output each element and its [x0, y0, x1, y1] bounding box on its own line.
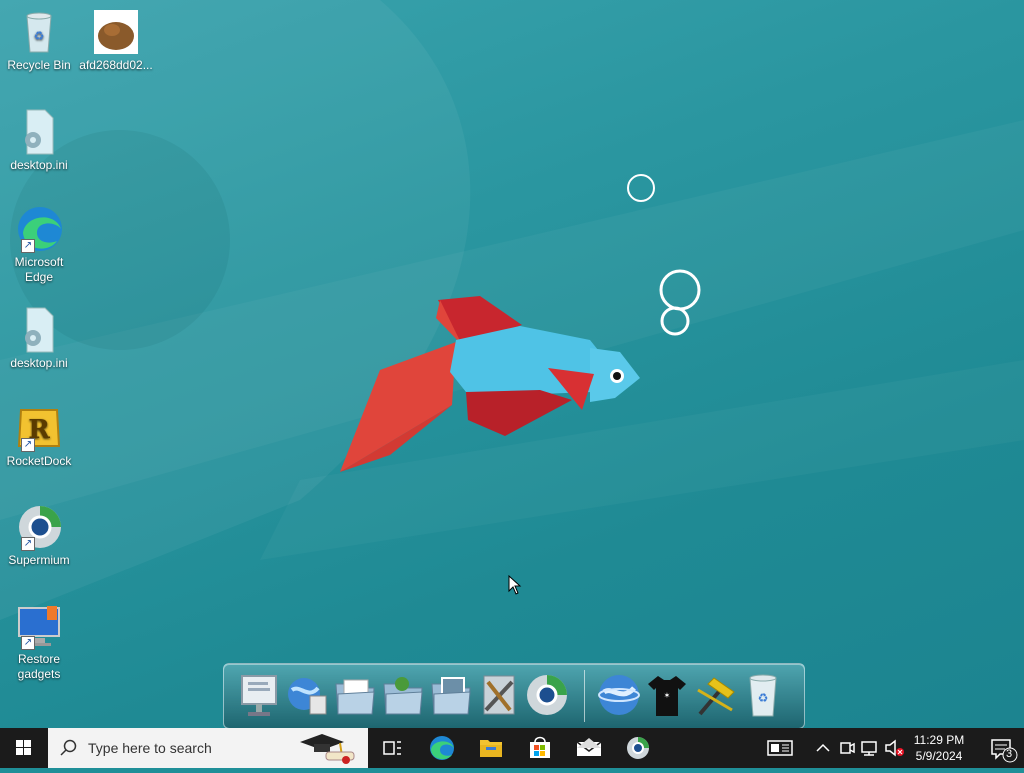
taskbar: Type here to search 11:29 PM 5/9/2024 3 [0, 728, 1024, 768]
desktop-icon-restore-gadgets[interactable]: ↗ Restore gadgets [1, 602, 77, 682]
rocketdock-bar: ✶ ♻ [223, 663, 805, 729]
network-icon [861, 741, 877, 756]
chevron-up-icon [816, 743, 830, 752]
taskbar-search-box[interactable]: Type here to search [48, 728, 368, 768]
taskbar-mail-button[interactable] [565, 728, 613, 768]
desktop-icon-image-file[interactable]: afd268dd02... [78, 8, 154, 73]
rocketdock-icon: R ↗ [15, 404, 63, 452]
news-icon [767, 740, 793, 756]
tshirt-icon: ✶ [648, 676, 686, 716]
pictures-folder-icon [431, 677, 471, 715]
settings-file-icon [15, 306, 63, 354]
desktop-icon-label: Microsoft Edge [14, 255, 64, 284]
network-button[interactable] [858, 728, 882, 768]
store-icon [530, 736, 550, 758]
dock-item-documents[interactable] [332, 670, 378, 720]
dock-item-supermium[interactable] [524, 670, 570, 720]
dock-item-tshirt[interactable]: ✶ [644, 670, 690, 720]
volume-muted-icon [885, 739, 904, 757]
dock-item-pictures[interactable] [428, 670, 474, 720]
desktop-icon-label: desktop.ini [10, 158, 68, 172]
desktop-icon-label: Recycle Bin [7, 58, 71, 72]
shortcut-arrow-icon: ↗ [21, 537, 35, 551]
shortcut-arrow-icon: ↗ [21, 438, 35, 452]
recycle-bin-icon: ♻ [749, 674, 777, 717]
desktop-icon-label: Supermium [8, 553, 70, 567]
desktop-icon-rocketdock[interactable]: R ↗ RocketDock [1, 404, 77, 469]
camera-icon [840, 742, 855, 754]
recycle-bin-icon: ♻ [15, 8, 63, 56]
start-button[interactable] [0, 728, 48, 768]
search-placeholder: Type here to search [88, 740, 212, 756]
tools-icon [483, 675, 515, 715]
svg-text:✶: ✶ [664, 691, 671, 700]
notification-center-button[interactable]: 3 [980, 728, 1024, 768]
globe-network-icon [288, 678, 327, 715]
dock-item-network-folder[interactable] [380, 670, 426, 720]
documents-folder-icon [335, 679, 375, 715]
globe-icon [598, 675, 640, 715]
dock-item-monitor[interactable] [236, 670, 282, 720]
task-view-icon [383, 741, 401, 755]
mail-icon [576, 738, 602, 756]
dock-item-network[interactable] [284, 670, 330, 720]
task-view-button[interactable] [368, 728, 416, 768]
search-icon [60, 739, 77, 756]
taskbar-clock[interactable]: 11:29 PM 5/9/2024 [905, 732, 973, 764]
desktop-wallpaper [0, 0, 1024, 728]
clock-time: 11:29 PM [913, 733, 965, 747]
desktop-icon-label: desktop.ini [10, 356, 68, 370]
windows-logo-icon [16, 740, 31, 755]
dock-item-recycle-bin[interactable]: ♻ [740, 670, 786, 720]
dock-item-hammer[interactable] [692, 670, 738, 720]
taskbar-supermium-button[interactable] [614, 728, 662, 768]
taskbar-file-explorer-button[interactable] [467, 728, 515, 768]
edge-icon [430, 736, 454, 760]
notification-icon [991, 739, 1018, 763]
supermium-icon [627, 737, 649, 759]
show-hidden-icons-button[interactable] [812, 728, 834, 768]
edge-icon: ↗ [15, 205, 63, 253]
bubble [627, 174, 655, 202]
desktop-icon-label: RocketDock [6, 454, 72, 468]
restore-gadgets-icon: ↗ [15, 602, 63, 650]
network-folder-icon [383, 677, 423, 715]
desktop-icon-desktop-ini[interactable]: desktop.ini [1, 108, 77, 173]
shortcut-arrow-icon: ↗ [21, 239, 35, 253]
mouse-cursor-icon [508, 575, 522, 595]
supermium-icon: ↗ [15, 503, 63, 551]
graduation-cap-icon [300, 734, 355, 764]
meet-now-button[interactable] [836, 728, 858, 768]
news-widget-button[interactable] [760, 728, 800, 768]
file-explorer-icon [480, 740, 502, 757]
notification-count-badge: 3 [1006, 748, 1013, 760]
hammer-icon [697, 677, 735, 716]
desktop-icon-label: afd268dd02... [79, 58, 153, 72]
desktop-icon-microsoft-edge[interactable]: ↗ Microsoft Edge [1, 205, 77, 285]
clock-date: 5/9/2024 [915, 749, 963, 763]
settings-file-icon [15, 108, 63, 156]
dock-item-globe[interactable] [596, 670, 642, 720]
volume-button[interactable] [882, 728, 906, 768]
taskbar-edge-button[interactable] [418, 728, 466, 768]
desktop-icon-recycle-bin[interactable]: ♻ Recycle Bin [1, 8, 77, 73]
dock-separator [584, 670, 585, 722]
image-thumbnail-icon [92, 8, 140, 56]
monitor-icon [241, 675, 277, 716]
svg-text:♻: ♻ [34, 29, 45, 43]
supermium-icon [527, 675, 567, 715]
desktop-icon-supermium[interactable]: ↗ Supermium [1, 503, 77, 568]
desktop-icon-desktop-ini-2[interactable]: desktop.ini [1, 306, 77, 371]
taskbar-store-button[interactable] [516, 728, 564, 768]
svg-text:♻: ♻ [758, 691, 769, 705]
dock-item-tools[interactable] [476, 670, 522, 720]
desktop-icon-label: Restore gadgets [17, 652, 61, 681]
shortcut-arrow-icon: ↗ [21, 636, 35, 650]
